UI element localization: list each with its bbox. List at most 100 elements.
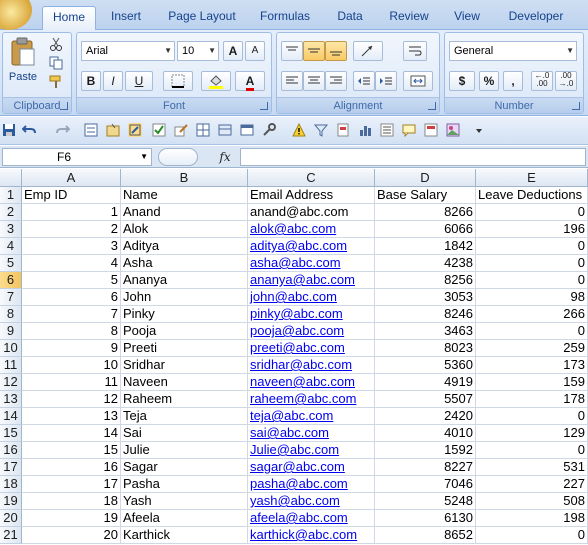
table-cell[interactable]: 98 bbox=[476, 289, 588, 306]
alignment-dialog-launcher[interactable] bbox=[428, 102, 436, 110]
tab-insert[interactable]: Insert bbox=[100, 6, 152, 30]
table-cell[interactable]: 0 bbox=[476, 272, 588, 289]
name-box[interactable]: F6 ▼ bbox=[2, 148, 152, 166]
table-cell[interactable]: 129 bbox=[476, 425, 588, 442]
undo-icon[interactable] bbox=[22, 123, 36, 137]
table-cell[interactable]: 12 bbox=[22, 391, 121, 408]
row-header[interactable]: 19 bbox=[0, 493, 22, 510]
email-link-cell[interactable]: preeti@abc.com bbox=[248, 340, 375, 357]
table-cell[interactable]: 14 bbox=[22, 425, 121, 442]
column-header-e[interactable]: E bbox=[476, 169, 588, 187]
table-icon[interactable] bbox=[218, 123, 232, 137]
table-cell[interactable]: 6066 bbox=[375, 221, 476, 238]
table-cell[interactable]: 1592 bbox=[375, 442, 476, 459]
row-header[interactable]: 6 bbox=[0, 272, 22, 289]
merge-center-button[interactable] bbox=[403, 71, 433, 91]
row-header[interactable]: 12 bbox=[0, 374, 22, 391]
table-cell[interactable]: 0 bbox=[476, 442, 588, 459]
font-dialog-launcher[interactable] bbox=[260, 102, 268, 110]
row-header[interactable]: 18 bbox=[0, 476, 22, 493]
table-cell[interactable]: 5507 bbox=[375, 391, 476, 408]
table-cell[interactable]: 4010 bbox=[375, 425, 476, 442]
table-cell[interactable]: Raheem bbox=[121, 391, 248, 408]
tab-page-layout[interactable]: Page Layout bbox=[160, 6, 244, 30]
underline-button[interactable]: U bbox=[125, 71, 153, 91]
email-link-cell[interactable]: teja@abc.com bbox=[248, 408, 375, 425]
email-link-cell[interactable]: pooja@abc.com bbox=[248, 323, 375, 340]
row-header[interactable]: 21 bbox=[0, 527, 22, 544]
office-button[interactable] bbox=[0, 0, 32, 30]
email-link-cell[interactable]: afeela@abc.com bbox=[248, 510, 375, 527]
font-name-select[interactable]: Arial ▼ bbox=[81, 41, 175, 61]
table-cell[interactable]: 13 bbox=[22, 408, 121, 425]
email-link-cell[interactable]: alok@abc.com bbox=[248, 221, 375, 238]
email-link-cell[interactable]: yash@abc.com bbox=[248, 493, 375, 510]
table-cell[interactable]: 4919 bbox=[375, 374, 476, 391]
table-cell[interactable]: 0 bbox=[476, 527, 588, 544]
table-cell[interactable]: Teja bbox=[121, 408, 248, 425]
header-cell[interactable]: Emp ID bbox=[22, 187, 121, 204]
table-cell[interactable]: 7046 bbox=[375, 476, 476, 493]
table-cell[interactable]: 0 bbox=[476, 238, 588, 255]
row-header[interactable]: 13 bbox=[0, 391, 22, 408]
table-cell[interactable]: Julie bbox=[121, 442, 248, 459]
table-cell[interactable]: 5248 bbox=[375, 493, 476, 510]
tab-data[interactable]: Data bbox=[326, 6, 374, 30]
table-cell[interactable]: 1 bbox=[22, 204, 121, 221]
window-icon[interactable] bbox=[240, 123, 254, 137]
table-cell[interactable]: 196 bbox=[476, 221, 588, 238]
header-cell[interactable]: Leave Deductions bbox=[476, 187, 588, 204]
warning-icon[interactable] bbox=[292, 123, 306, 137]
number-dialog-launcher[interactable] bbox=[572, 102, 580, 110]
increase-decimal-button[interactable]: ←.0 .00 bbox=[531, 71, 553, 91]
paste-button[interactable]: Paste bbox=[7, 37, 39, 89]
tools-icon[interactable] bbox=[262, 123, 276, 137]
clipboard-dialog-launcher[interactable] bbox=[60, 102, 68, 110]
table-cell[interactable]: Pinky bbox=[121, 306, 248, 323]
email-link-cell[interactable]: naveen@abc.com bbox=[248, 374, 375, 391]
table-cell[interactable]: Preeti bbox=[121, 340, 248, 357]
table-cell[interactable]: 3053 bbox=[375, 289, 476, 306]
table-cell[interactable]: Sagar bbox=[121, 459, 248, 476]
column-header-b[interactable]: B bbox=[121, 169, 248, 187]
table-cell[interactable]: 3 bbox=[22, 238, 121, 255]
table-cell[interactable]: 10 bbox=[22, 357, 121, 374]
column-header-a[interactable]: A bbox=[22, 169, 121, 187]
table-cell[interactable]: 8023 bbox=[375, 340, 476, 357]
copy-icon[interactable] bbox=[49, 56, 63, 70]
table-cell[interactable]: 8246 bbox=[375, 306, 476, 323]
table-cell[interactable]: 227 bbox=[476, 476, 588, 493]
align-center-button[interactable] bbox=[303, 71, 325, 91]
edit-icon[interactable] bbox=[174, 123, 188, 137]
number-format-select[interactable]: General ▼ bbox=[449, 41, 577, 61]
table-cell[interactable]: 3463 bbox=[375, 323, 476, 340]
row-header[interactable]: 1 bbox=[0, 187, 22, 204]
table-cell[interactable]: 8266 bbox=[375, 204, 476, 221]
email-link-cell[interactable]: karthick@abc.com bbox=[248, 527, 375, 544]
list-icon[interactable] bbox=[380, 123, 394, 137]
table-cell[interactable]: 8256 bbox=[375, 272, 476, 289]
table-cell[interactable]: 0 bbox=[476, 204, 588, 221]
comma-style-button[interactable]: , bbox=[503, 71, 523, 91]
table-cell[interactable]: Pooja bbox=[121, 323, 248, 340]
formula-expand-handle[interactable] bbox=[158, 148, 198, 166]
tab-developer[interactable]: Developer bbox=[498, 6, 574, 30]
table-cell[interactable]: 15 bbox=[22, 442, 121, 459]
email-link-cell[interactable]: john@abc.com bbox=[248, 289, 375, 306]
align-left-button[interactable] bbox=[281, 71, 303, 91]
image-icon[interactable] bbox=[446, 123, 460, 137]
header-cell[interactable]: Email Address bbox=[248, 187, 375, 204]
table-cell[interactable]: 8652 bbox=[375, 527, 476, 544]
borders-button[interactable] bbox=[163, 71, 193, 91]
form-icon[interactable] bbox=[84, 123, 98, 137]
tab-review[interactable]: Review bbox=[380, 6, 438, 30]
font-size-select[interactable]: 10 ▼ bbox=[177, 41, 219, 61]
column-header-c[interactable]: C bbox=[248, 169, 375, 187]
table-cell[interactable]: 159 bbox=[476, 374, 588, 391]
table-cell[interactable]: Afeela bbox=[121, 510, 248, 527]
email-link-cell[interactable]: aditya@abc.com bbox=[248, 238, 375, 255]
email-link-cell[interactable]: sagar@abc.com bbox=[248, 459, 375, 476]
header-cell[interactable]: Base Salary bbox=[375, 187, 476, 204]
formula-input[interactable] bbox=[240, 148, 586, 166]
row-header[interactable]: 16 bbox=[0, 442, 22, 459]
